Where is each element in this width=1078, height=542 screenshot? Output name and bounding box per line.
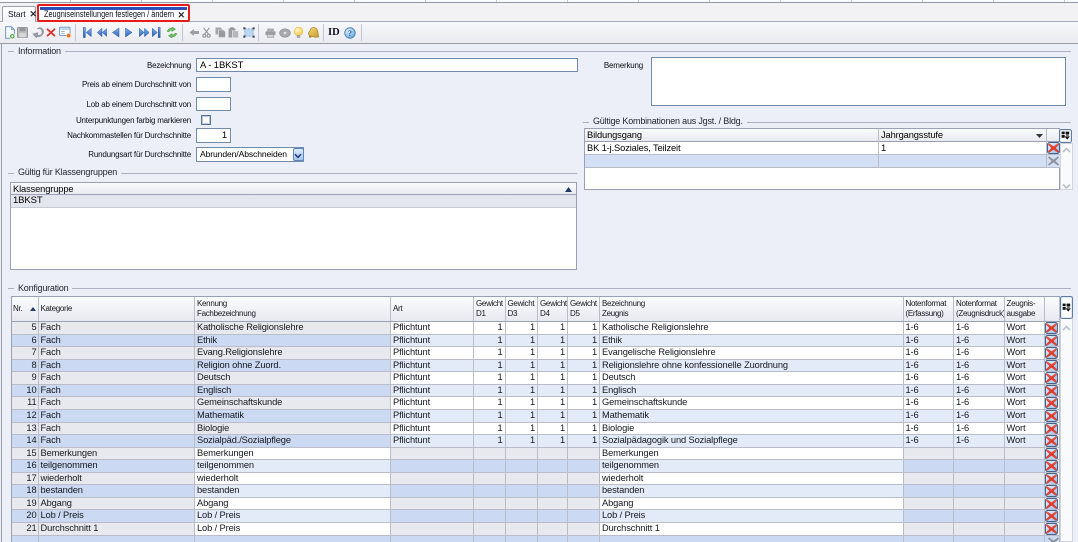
svg-text:?: ? [348, 29, 352, 38]
